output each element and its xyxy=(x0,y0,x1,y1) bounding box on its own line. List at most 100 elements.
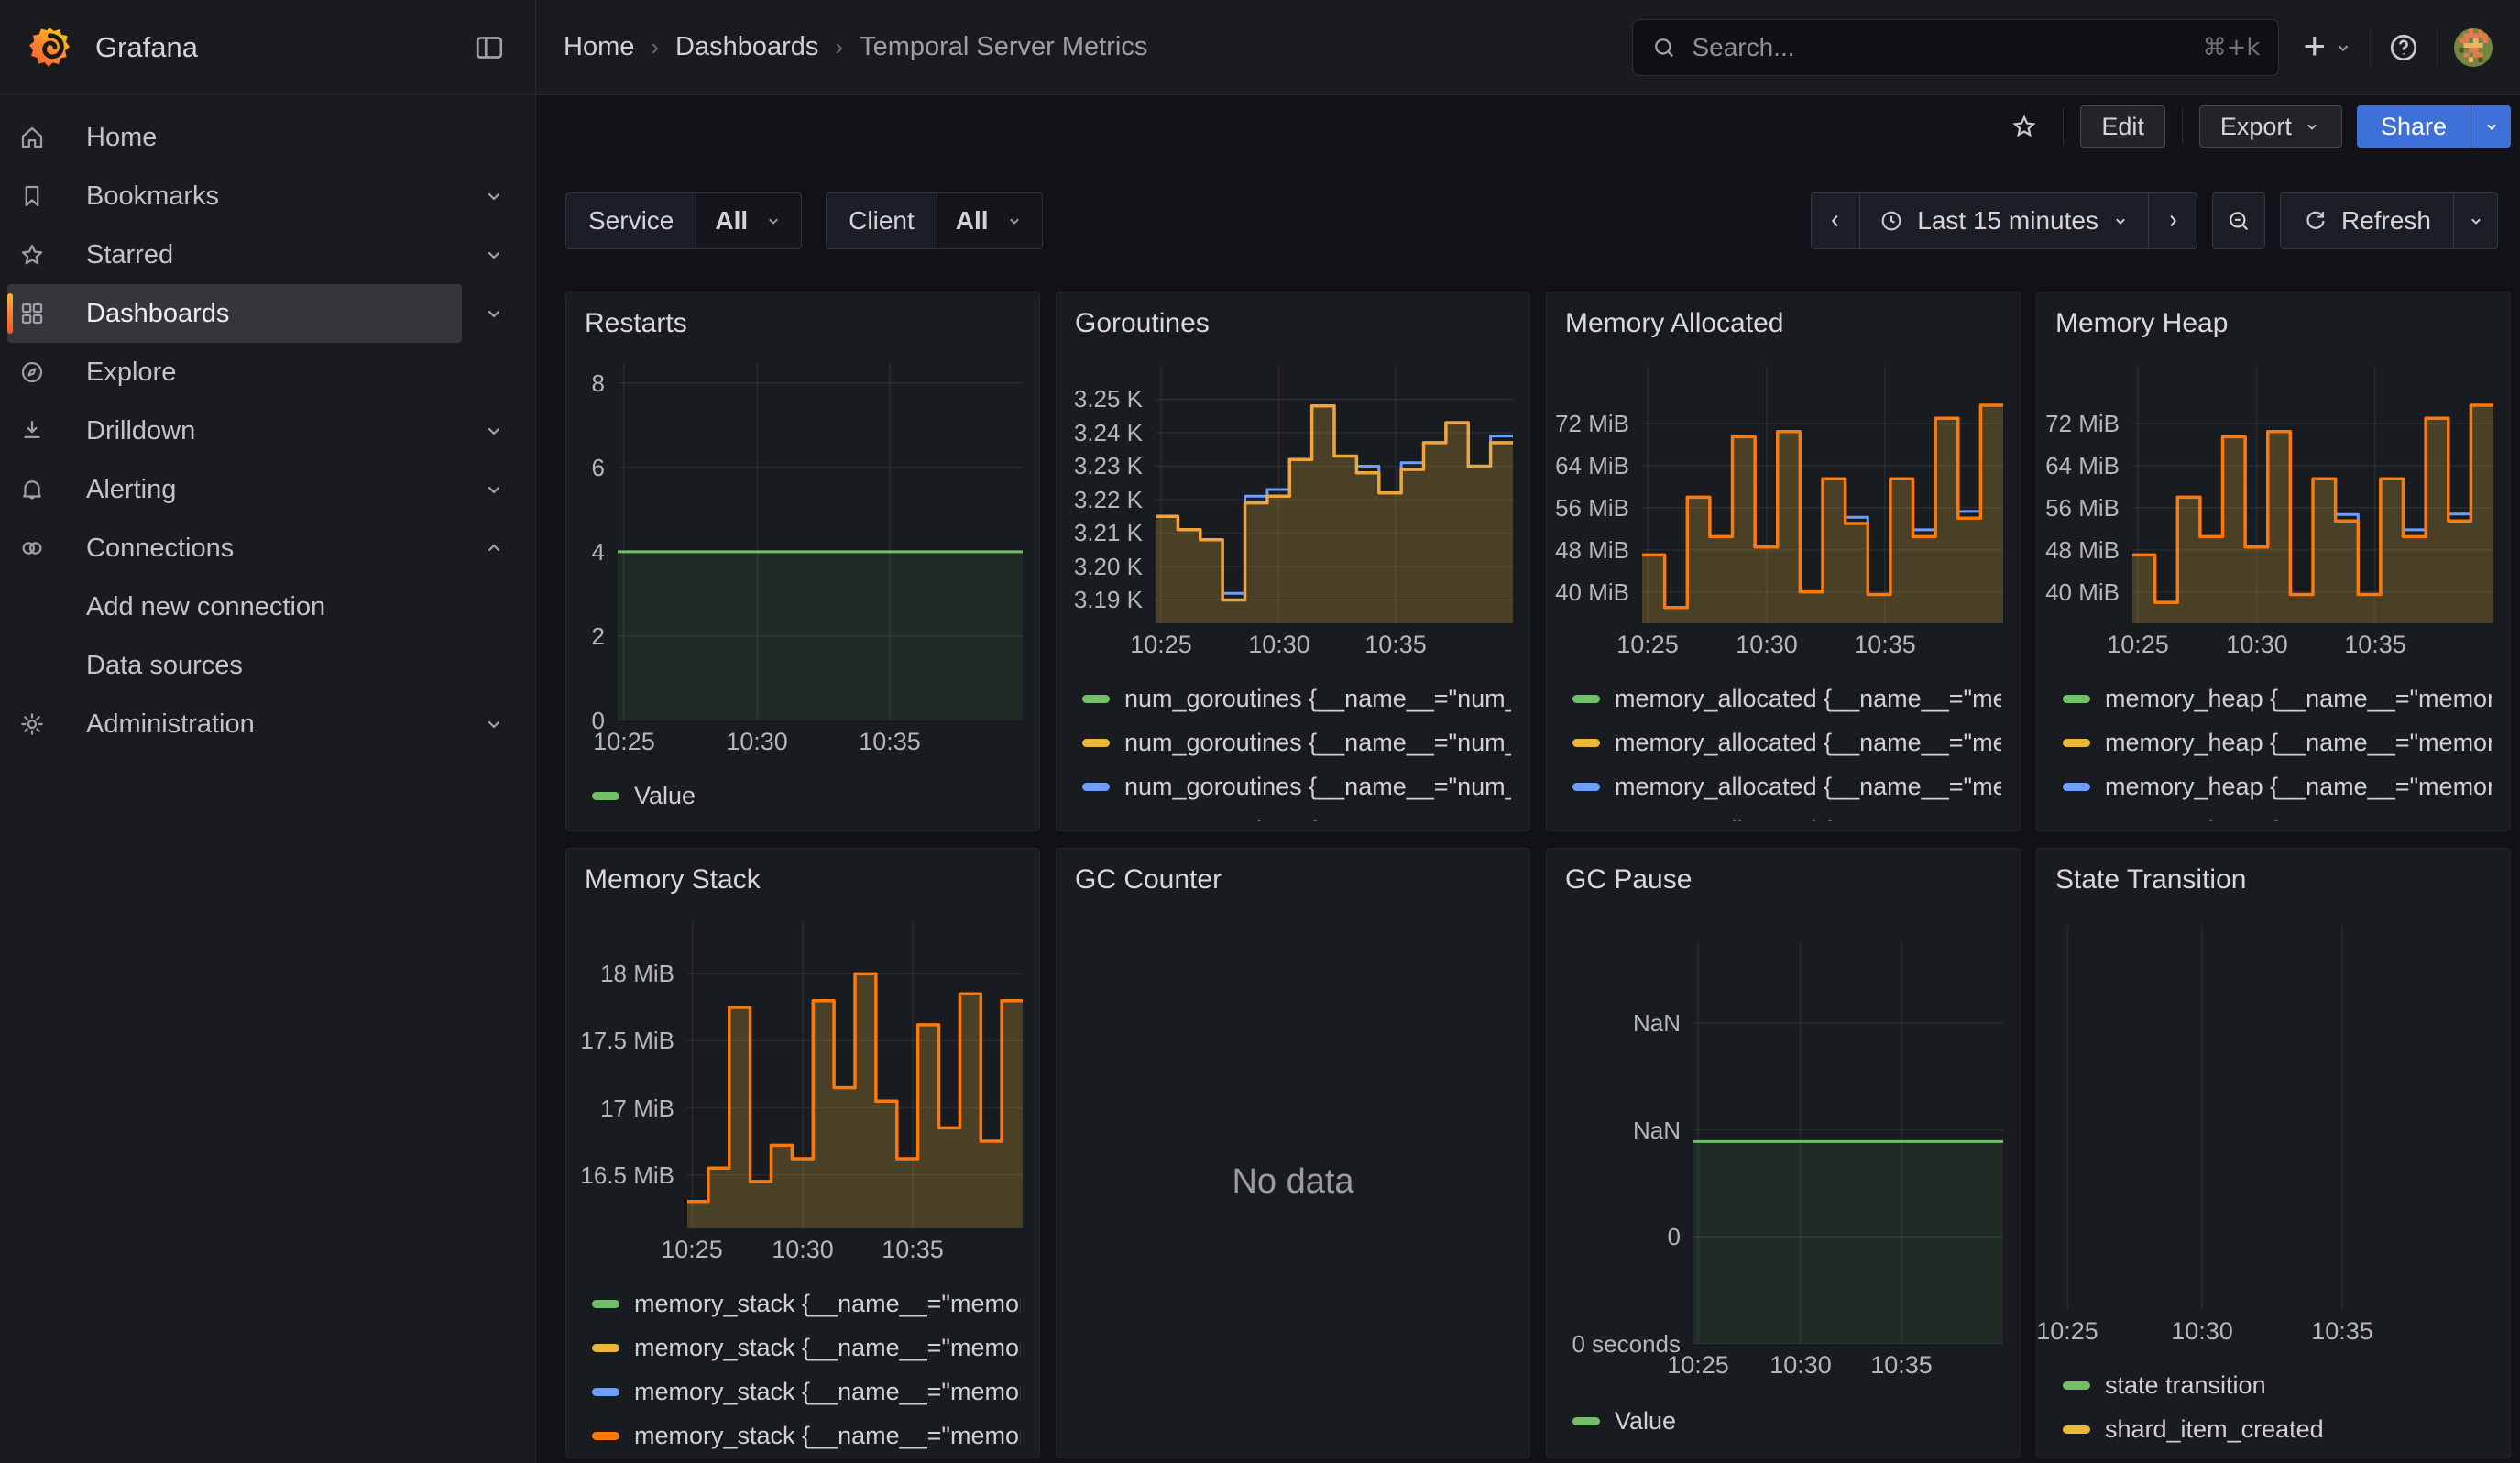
panel-title[interactable]: GC Pause xyxy=(1565,864,2001,896)
legend-item[interactable]: memory_stack {__name__="memory_stack" xyxy=(592,1370,1021,1414)
legend-item[interactable]: memory_allocated {__name__="memory_alloc… xyxy=(1572,720,2001,764)
sidebar-link-dashboards[interactable]: Dashboards xyxy=(7,284,462,343)
share-button[interactable]: Share xyxy=(2357,105,2471,148)
filter-value-dropdown[interactable]: All xyxy=(696,192,802,249)
sidebar-link-drilldown[interactable]: Drilldown xyxy=(7,402,462,460)
y-tick-label: 16.5 MiB xyxy=(580,1161,674,1189)
help-icon[interactable] xyxy=(2387,31,2420,64)
legend-item[interactable]: memory_stack {__name__="memory_stack" xyxy=(592,1414,1021,1458)
time-back-button[interactable] xyxy=(1811,192,1860,249)
panel-title[interactable]: GC Counter xyxy=(1075,864,1511,896)
legend-item[interactable]: Value xyxy=(592,774,1021,818)
legend-item[interactable]: memory_stack {__name__="memory_stack" xyxy=(592,1282,1021,1326)
time-forward-button[interactable] xyxy=(2148,192,2197,249)
legend-item[interactable]: memory_heap {__name__="memory_heap" xyxy=(2063,676,2492,720)
legend-item[interactable]: memory_heap {__name__="memory_heap" xyxy=(2063,808,2492,821)
legend-series-label: memory_heap {__name__="memory_heap" xyxy=(2105,685,2492,713)
legend-item[interactable]: memory_stack {__name__="memory_stack" xyxy=(592,1326,1021,1370)
filter-value: All xyxy=(956,206,989,236)
nav-menu: Home Bookmarks StarredDashboardsExplore Dri… xyxy=(0,95,535,754)
sidebar-link-add-new-connection[interactable]: Add new connection xyxy=(7,578,526,636)
sidebar-link-explore[interactable]: Explore xyxy=(7,343,526,402)
panel-title[interactable]: State Transition xyxy=(2055,864,2492,896)
grafana-logo-icon[interactable] xyxy=(27,26,71,70)
chevron-down-icon[interactable] xyxy=(462,402,526,460)
plot-region[interactable] xyxy=(1642,366,2001,623)
chevron-down-icon[interactable] xyxy=(462,695,526,754)
breadcrumb-home[interactable]: Home xyxy=(564,32,634,62)
breadcrumb-separator: › xyxy=(835,33,843,61)
refresh-button[interactable]: Refresh xyxy=(2280,192,2454,249)
panel-title[interactable]: Restarts xyxy=(585,307,1021,340)
grid-icon xyxy=(18,300,46,327)
legend-series-color xyxy=(1572,783,1600,791)
legend: Value xyxy=(585,774,1021,818)
chevron-down-icon[interactable] xyxy=(462,167,526,226)
legend-series-color xyxy=(1572,695,1600,703)
legend-item[interactable]: memory_allocated {__name__="memory_alloc… xyxy=(1572,764,2001,808)
time-range-picker[interactable]: Last 15 minutes xyxy=(1860,192,2148,249)
legend-item[interactable]: Value xyxy=(1572,1399,2001,1443)
sidebar-link-alerting[interactable]: Alerting xyxy=(7,460,462,519)
filter-value-dropdown[interactable]: All xyxy=(937,192,1043,249)
avatar[interactable] xyxy=(2454,28,2493,67)
legend-item[interactable]: memory_allocated {__name__="memory_alloc… xyxy=(1572,808,2001,821)
divider xyxy=(2437,29,2438,66)
legend-item[interactable]: num_goroutines {__name__="num_goroutines… xyxy=(1082,676,1511,720)
legend-series-label: num_goroutines {__name__="num_goroutines… xyxy=(1124,729,1511,757)
x-tick-label: 10:35 xyxy=(2320,631,2430,659)
legend-series-color xyxy=(1082,739,1110,747)
sidebar-link-bookmarks[interactable]: Bookmarks xyxy=(7,167,462,226)
sidebar-link-connections[interactable]: Connections xyxy=(7,519,462,578)
panel-memory-heap: Memory Heap40 MiB48 MiB56 MiB64 MiB72 Mi… xyxy=(2036,292,2511,831)
share-menu-button[interactable] xyxy=(2471,105,2511,148)
legend: num_goroutines {__name__="num_goroutines… xyxy=(1075,676,1511,821)
legend-item[interactable]: memory_heap {__name__="memory_heap" xyxy=(2063,764,2492,808)
legend-item[interactable]: memory_allocated {__name__="memory_alloc… xyxy=(1572,676,2001,720)
legend-item[interactable]: num_goroutines {__name__="num_goroutines… xyxy=(1082,808,1511,821)
legend-series-color xyxy=(592,792,619,800)
panel-title[interactable]: Memory Stack xyxy=(585,864,1021,896)
legend-item[interactable]: num_goroutines {__name__="num_goroutines… xyxy=(1082,720,1511,764)
sidebar-item-data-sources: Data sources xyxy=(7,636,526,695)
plot-region[interactable] xyxy=(687,920,1021,1228)
edit-label: Edit xyxy=(2101,113,2144,141)
chevron-down-icon[interactable] xyxy=(462,226,526,284)
y-tick-label: 3.20 K xyxy=(1074,553,1143,580)
x-tick-label: 10:25 xyxy=(1643,1351,1753,1380)
panel-title[interactable]: Memory Allocated xyxy=(1565,307,2001,340)
legend-item[interactable]: memory_heap {__name__="memory_heap" xyxy=(2063,720,2492,764)
search-field[interactable] xyxy=(1692,33,2202,62)
plot-region[interactable] xyxy=(2132,366,2492,623)
chevron-down-icon[interactable] xyxy=(462,284,526,343)
zoom-out-button[interactable] xyxy=(2212,192,2265,249)
plot-region[interactable] xyxy=(2055,925,2492,1310)
legend-item[interactable]: num_goroutines {__name__="num_goroutines… xyxy=(1082,764,1511,808)
sidebar-link-data-sources[interactable]: Data sources xyxy=(7,636,526,695)
legend-item[interactable]: shard_item_created xyxy=(2063,1407,2492,1451)
legend-item[interactable]: state transition xyxy=(2063,1363,2492,1407)
breadcrumb-dashboards[interactable]: Dashboards xyxy=(675,32,818,62)
sidebar-link-starred[interactable]: Starred xyxy=(7,226,462,284)
panel-title[interactable]: Goroutines xyxy=(1075,307,1511,340)
sidebar-link-administration[interactable]: Administration xyxy=(7,695,462,754)
search-input[interactable]: ⌘+k xyxy=(1632,19,2279,76)
plot-region[interactable] xyxy=(1156,366,1511,623)
panel-title[interactable]: Memory Heap xyxy=(2055,307,2492,340)
legend: memory_stack {__name__="memory_stack"mem… xyxy=(585,1282,1021,1458)
plot-region[interactable] xyxy=(1693,940,2001,1344)
edit-button[interactable]: Edit xyxy=(2080,105,2165,148)
sidebar-link-home[interactable]: Home xyxy=(7,108,526,167)
sidebar-toggle-icon[interactable] xyxy=(471,29,508,66)
star-icon[interactable] xyxy=(2002,104,2046,148)
legend-series-label: memory_stack {__name__="memory_stack" xyxy=(634,1290,1021,1318)
sidebar-item-label: Drilldown xyxy=(86,416,195,446)
chevron-up-icon[interactable] xyxy=(462,519,526,578)
add-new-button[interactable]: + xyxy=(2303,30,2353,65)
chevron-down-icon[interactable] xyxy=(462,460,526,519)
legend: state transitionshard_item_created xyxy=(2055,1363,2492,1451)
export-button[interactable]: Export xyxy=(2199,105,2342,148)
sidebar-item-label: Bookmarks xyxy=(86,182,219,212)
plot-region[interactable] xyxy=(618,364,1021,720)
refresh-interval-button[interactable] xyxy=(2454,192,2498,249)
